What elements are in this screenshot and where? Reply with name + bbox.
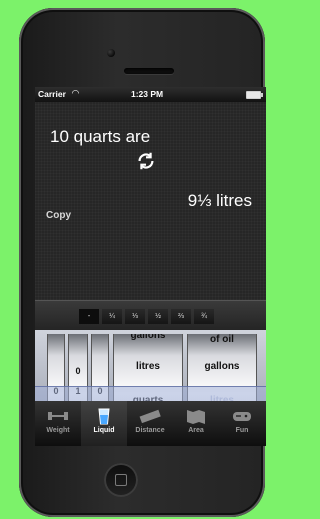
- weight-icon: [48, 412, 68, 420]
- expression-text: 10 quarts are: [50, 127, 151, 146]
- fraction-quarter[interactable]: ¼: [102, 309, 122, 324]
- home-button[interactable]: [104, 463, 138, 497]
- tab-bar: Weight Liquid Distance Area Fun: [35, 401, 266, 446]
- fraction-two-thirds[interactable]: ⅔: [171, 309, 191, 324]
- tab-liquid[interactable]: Liquid: [81, 401, 127, 446]
- tab-distance[interactable]: Distance: [127, 401, 173, 446]
- battery-icon: [246, 91, 263, 99]
- result-text: 9⅓ litres: [187, 191, 252, 210]
- unit-option: gallons: [130, 334, 166, 341]
- status-bar: Carrier ◠ 1:23 PM: [35, 87, 266, 102]
- tab-weight[interactable]: Weight: [35, 401, 81, 446]
- tab-label: Weight: [46, 427, 70, 434]
- unit-option: litres: [136, 361, 160, 372]
- wheel-value: 0: [75, 366, 81, 376]
- fraction-third[interactable]: ⅓: [125, 309, 145, 324]
- gamepad-icon: [233, 412, 251, 421]
- fraction-none[interactable]: -: [79, 309, 99, 324]
- tab-label: Area: [188, 427, 204, 434]
- status-time: 1:23 PM: [131, 89, 164, 99]
- carrier-label: Carrier: [38, 89, 66, 99]
- camera-icon: [107, 49, 115, 57]
- tab-label: Liquid: [93, 427, 115, 434]
- speaker-grille: [124, 68, 174, 74]
- conversion-display: 10 quarts are 9⅓ litres Copy: [35, 102, 266, 300]
- swap-icon[interactable]: [135, 150, 157, 172]
- ruler-icon: [139, 409, 161, 424]
- wifi-icon: ◠: [72, 88, 79, 98]
- tab-fun[interactable]: Fun: [219, 401, 265, 446]
- fraction-half[interactable]: ½: [148, 309, 168, 324]
- fraction-selector: - ¼ ⅓ ½ ⅔ ¾: [35, 300, 266, 331]
- tab-area[interactable]: Area: [173, 401, 219, 446]
- tab-label: Fun: [235, 427, 249, 434]
- map-icon: [187, 410, 205, 424]
- unit-option: gallons: [204, 361, 240, 372]
- unit-option: of oil: [210, 334, 234, 345]
- tab-label: Distance: [135, 427, 165, 434]
- fraction-three-quarters[interactable]: ¾: [194, 309, 214, 324]
- glass-icon: [98, 408, 110, 425]
- copy-button[interactable]: Copy: [46, 210, 71, 221]
- screen: Carrier ◠ 1:23 PM 10 quarts are 9⅓ litre…: [35, 87, 266, 446]
